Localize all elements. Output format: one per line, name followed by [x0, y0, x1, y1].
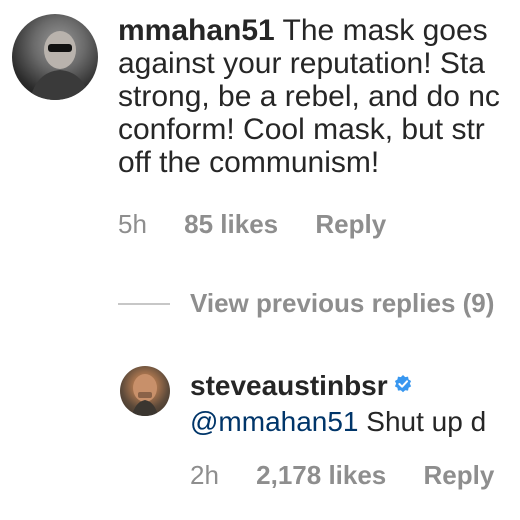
reply-meta: 2h 2,178 likes Reply [190, 460, 520, 491]
profile-photo-icon [30, 31, 90, 100]
verified-badge-icon [394, 375, 411, 393]
reply-mention-link[interactable]: @mmahan51 [190, 406, 359, 437]
divider [118, 303, 170, 305]
comment-username[interactable]: mmahan51 [118, 14, 275, 47]
comment-line-4: conform! Cool mask, but str [118, 113, 485, 146]
comment-line-5: off the communism! [118, 146, 380, 179]
reply-username[interactable]: steveaustinbsr [190, 370, 388, 401]
reply-text: Shut up d [366, 406, 487, 437]
comment-body: mmahan51 The mask goes against your repu… [118, 14, 520, 179]
reply-body: steveaustinbsr @mmahan51 Shut up d [190, 368, 486, 440]
comment-meta: 5h 85 likes Reply [118, 209, 416, 240]
comment-line-1: The mask goes [282, 14, 488, 47]
reply-likes[interactable]: 2,178 likes [256, 460, 386, 490]
comment-reply-button[interactable]: Reply [315, 209, 386, 239]
comment-line-3: strong, be a rebel, and do nc [118, 80, 500, 113]
comment-likes[interactable]: 85 likes [184, 209, 278, 239]
view-previous-replies-button[interactable]: View previous replies (9) [190, 288, 494, 319]
comment-line-2: against your reputation! Sta [118, 47, 485, 80]
reply-avatar[interactable] [120, 366, 170, 416]
avatar[interactable] [12, 14, 98, 100]
reply-time: 2h [190, 460, 219, 490]
profile-photo-icon [132, 374, 158, 416]
comment-time: 5h [118, 209, 147, 239]
reply-reply-button[interactable]: Reply [424, 460, 495, 490]
comment-thread: mmahan51 The mask goes against your repu… [0, 0, 520, 520]
